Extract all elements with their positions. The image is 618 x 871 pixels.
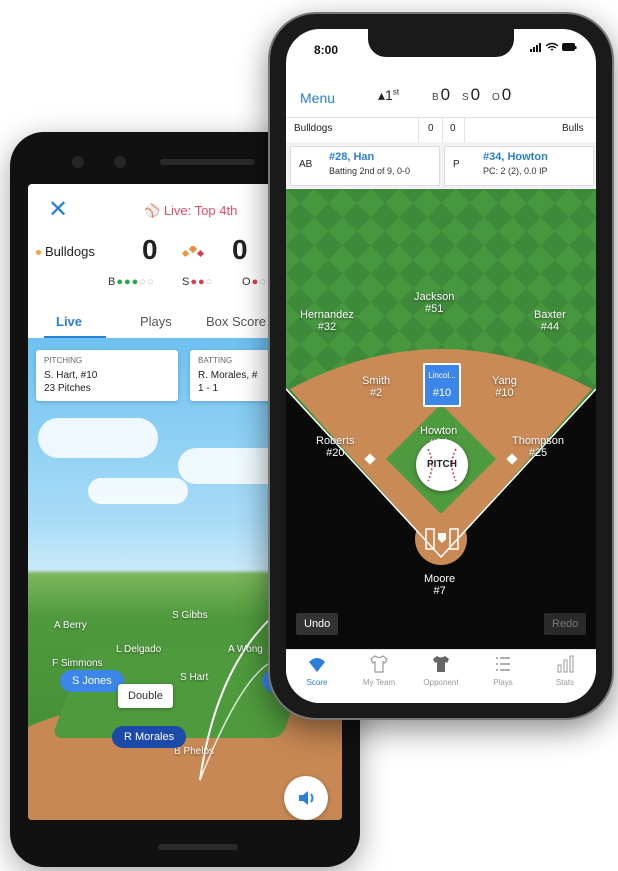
fielder-label: B Phelps bbox=[174, 746, 215, 757]
home-team-name: Bulls bbox=[562, 123, 584, 134]
strikes-count: S●●○ bbox=[182, 276, 214, 288]
score-icon bbox=[309, 658, 325, 672]
camera-icon bbox=[72, 156, 84, 168]
fielder-roberts[interactable]: Roberts #20 bbox=[316, 435, 355, 459]
away-team-name: Bulldogs bbox=[294, 123, 333, 134]
pitcher-name: #34, Howton bbox=[483, 151, 548, 163]
batting-indicator-icon bbox=[36, 250, 41, 256]
outs-count: O●○ bbox=[242, 276, 267, 288]
inning-score: 0 bbox=[428, 123, 434, 134]
fielder-label: S Gibbs bbox=[172, 610, 208, 621]
bottom-tab-bar: Score My Team Opponent Plays Stats bbox=[286, 649, 596, 703]
signal-wifi-battery-icon bbox=[530, 42, 577, 52]
jersey-outline-icon bbox=[370, 655, 388, 673]
earpiece bbox=[160, 159, 255, 165]
at-bat-card[interactable]: AB #28, Han Batting 2nd of 9, 0-0 bbox=[290, 146, 440, 186]
fielder-label: F Simmons bbox=[52, 658, 103, 669]
tab-live[interactable]: Live bbox=[56, 314, 82, 329]
home-plate-icon bbox=[425, 528, 459, 550]
fielder-label: S Hart bbox=[180, 672, 209, 683]
redo-button[interactable]: Redo bbox=[544, 613, 587, 635]
tab-plays[interactable]: Plays bbox=[140, 314, 172, 329]
iphone-screen: 8:00 Menu ▴1st B0 S0 O0 Bulldogs 0 0 Bul… bbox=[286, 29, 596, 703]
sensor-icon bbox=[114, 156, 126, 168]
close-icon[interactable]: ✕ bbox=[48, 198, 68, 222]
cloud bbox=[88, 478, 188, 504]
tab-opponent[interactable]: Opponent bbox=[410, 654, 472, 687]
jersey-filled-icon bbox=[433, 656, 449, 672]
undo-button[interactable]: Undo bbox=[296, 613, 339, 635]
notch bbox=[368, 29, 514, 57]
runner-box[interactable]: Lincol... #10 bbox=[423, 363, 461, 407]
pitcher-detail: PC: 2 (2), 0.0 IP bbox=[483, 166, 548, 176]
linescore: Bulldogs 0 0 Bulls bbox=[286, 117, 596, 143]
fielder-thompson[interactable]: Thompson #25 bbox=[512, 435, 564, 459]
fielder-hernandez[interactable]: Hernandez #32 bbox=[300, 309, 354, 333]
play-popup: Double bbox=[118, 684, 173, 708]
live-status: ⚾ Live: Top 4th bbox=[144, 203, 238, 218]
inning-indicator: ▴1st bbox=[378, 87, 400, 103]
status-time: 8:00 bbox=[314, 43, 339, 57]
tab-plays[interactable]: Plays bbox=[472, 654, 534, 687]
cloud bbox=[38, 418, 158, 458]
tab-stats[interactable]: Stats bbox=[534, 654, 596, 687]
fielder-label: A Wong bbox=[228, 644, 263, 655]
speaker-icon bbox=[299, 791, 314, 805]
balls-indicator: B0 bbox=[432, 85, 451, 104]
fielder-baxter[interactable]: Baxter #44 bbox=[534, 309, 566, 333]
batter-name: #28, Han bbox=[329, 151, 375, 163]
team-label: Bulldogs bbox=[36, 244, 95, 259]
baseball-field: Jackson #51 Hernandez #32 Baxter #44 Smith #… bbox=[286, 189, 596, 649]
pitch-button[interactable]: PITCH bbox=[416, 439, 468, 491]
bases-icon bbox=[182, 246, 204, 258]
pitcher-card[interactable]: P #34, Howton PC: 2 (2), 0.0 IP bbox=[444, 146, 594, 186]
iphone: 8:00 Menu ▴1st B0 S0 O0 Bulldogs 0 0 Bul… bbox=[268, 12, 614, 720]
tab-box-score[interactable]: Box Score bbox=[206, 314, 266, 329]
fielder-jackson[interactable]: Jackson #51 bbox=[414, 291, 454, 315]
inning-score: 0 bbox=[450, 123, 456, 134]
fielder-yang[interactable]: Yang #10 bbox=[492, 375, 517, 399]
outs-indicator: O0 bbox=[492, 85, 512, 104]
fielder-smith[interactable]: Smith #2 bbox=[362, 375, 390, 399]
away-score: 0 bbox=[232, 234, 248, 265]
pitching-card: PITCHING S. Hart, #10 23 Pitches bbox=[36, 350, 178, 401]
balls-count: B●●●○○ bbox=[108, 276, 155, 288]
home-score: 0 bbox=[142, 234, 158, 265]
tab-score[interactable]: Score bbox=[286, 654, 348, 687]
batter-pill[interactable]: R Morales bbox=[112, 726, 187, 748]
list-icon bbox=[496, 657, 510, 671]
tab-my-team[interactable]: My Team bbox=[348, 654, 410, 687]
fielder-label: L Delgado bbox=[116, 644, 162, 655]
strikes-indicator: S0 bbox=[462, 85, 481, 104]
batter-detail: Batting 2nd of 9, 0-0 bbox=[329, 166, 411, 176]
bar-chart-icon bbox=[557, 655, 574, 673]
status-icons bbox=[530, 41, 578, 56]
sound-button[interactable] bbox=[284, 776, 328, 820]
bottom-speaker bbox=[158, 844, 238, 850]
fielder-label: A Berry bbox=[54, 620, 87, 631]
menu-button[interactable]: Menu bbox=[300, 90, 335, 106]
matchup-bar: AB #28, Han Batting 2nd of 9, 0-0 P #34,… bbox=[286, 142, 596, 188]
runner-pill[interactable]: S Jones bbox=[60, 670, 124, 692]
fielder-moore[interactable]: Moore #7 bbox=[424, 573, 455, 597]
